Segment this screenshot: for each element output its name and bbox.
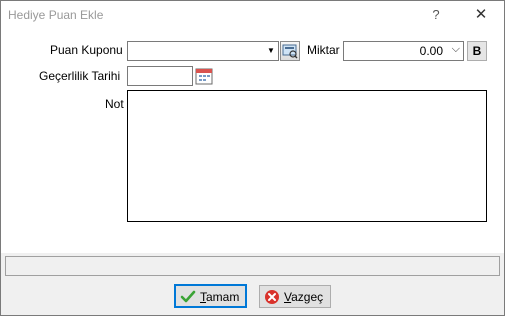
coupon-browse-button[interactable] — [280, 41, 300, 61]
amount-label: Miktar — [307, 43, 340, 57]
title-bar: Hediye Puan Ekle ? ✕ — [1, 1, 504, 29]
validity-label: Geçerlilik Tarihi — [39, 69, 121, 83]
ok-button[interactable]: Tamam — [174, 284, 247, 308]
help-button[interactable]: ? — [426, 5, 446, 25]
dialog-window: Hediye Puan Ekle ? ✕ Puan Kuponu ▼ Mikta… — [0, 0, 505, 316]
b-button[interactable]: B — [467, 41, 487, 61]
ok-label: Tamam — [200, 290, 240, 304]
calendar-icon — [195, 68, 213, 85]
calendar-button[interactable] — [194, 66, 214, 86]
coupon-label: Puan Kuponu — [50, 43, 123, 57]
amount-field[interactable]: 0.00 ⌵ — [343, 41, 464, 61]
cancel-label: Vazgeç — [284, 290, 324, 304]
amount-value: 0.00 — [419, 44, 443, 58]
coupon-combobox[interactable]: ▼ — [127, 41, 279, 61]
cancel-button[interactable]: Vazgeç — [259, 285, 331, 308]
validity-date-field[interactable] — [127, 66, 193, 86]
window-title: Hediye Puan Ekle — [8, 8, 104, 22]
note-textarea[interactable] — [127, 90, 487, 222]
browse-icon — [282, 44, 298, 59]
close-button[interactable]: ✕ — [469, 5, 493, 25]
form-area: Puan Kuponu ▼ Miktar 0.00 ⌵ B Geçerlilik… — [1, 29, 504, 253]
chevron-down-icon[interactable]: ▼ — [264, 42, 278, 60]
note-label: Not — [105, 97, 124, 111]
chevron-down-icon[interactable]: ⌵ — [452, 43, 460, 56]
checkmark-icon — [180, 290, 196, 303]
status-bar — [5, 256, 500, 276]
cancel-x-icon — [265, 290, 279, 304]
